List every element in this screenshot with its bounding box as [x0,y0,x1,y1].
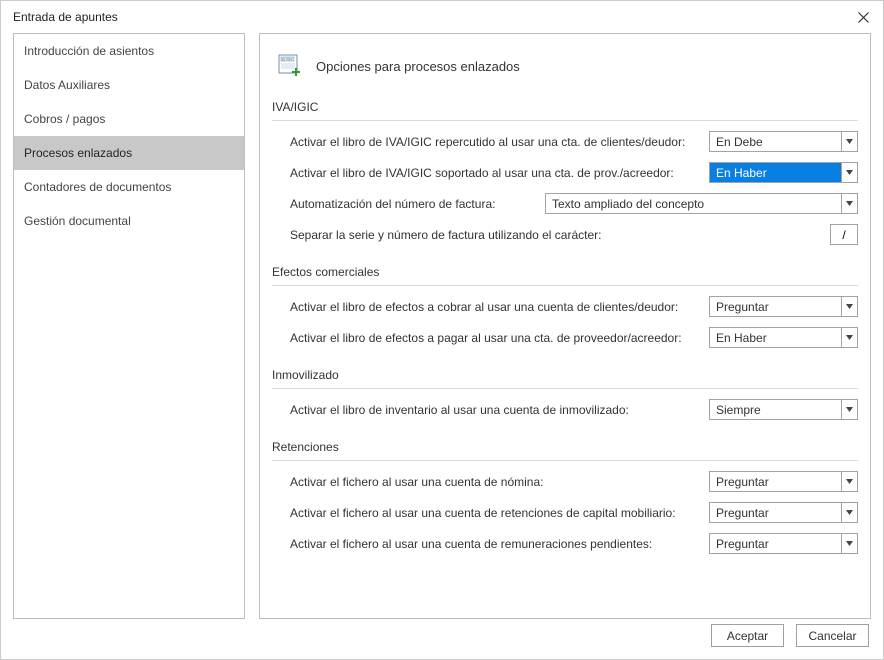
dropdown-ret-nomina[interactable]: Preguntar [709,471,858,492]
sidebar-item-introduccion[interactable]: Introducción de asientos [14,34,244,68]
sidebar: Introducción de asientos Datos Auxiliare… [13,33,245,619]
chevron-down-icon[interactable] [841,131,858,152]
input-separar-caracter[interactable] [830,224,858,245]
svg-text:D: D [282,57,285,62]
dropdown-iva-repercutido[interactable]: En Debe [709,131,858,152]
chevron-down-icon[interactable] [841,399,858,420]
label-iva-soportado: Activar el libro de IVA/IGIC soportado a… [290,166,674,180]
chevron-down-icon[interactable] [841,533,858,554]
section-title-inmovilizado: Inmovilizado [272,364,858,389]
dropdown-efectos-cobrar[interactable]: Preguntar [709,296,858,317]
dropdown-autonum-factura[interactable]: Texto ampliado del concepto [545,193,858,214]
close-icon[interactable] [855,9,871,25]
main-panel: D H Opciones para procesos enlazados IVA… [259,33,871,619]
sidebar-item-gestion-documental[interactable]: Gestión documental [14,204,244,238]
sidebar-item-contadores[interactable]: Contadores de documentos [14,170,244,204]
dropdown-efectos-pagar[interactable]: En Haber [709,327,858,348]
chevron-down-icon[interactable] [841,502,858,523]
label-ret-remuneraciones: Activar el fichero al usar una cuenta de… [290,537,652,551]
section-title-retenciones: Retenciones [272,436,858,461]
dropdown-inventario[interactable]: Siempre [709,399,858,420]
section-retenciones: Retenciones Activar el fichero al usar u… [272,436,858,554]
label-efectos-cobrar: Activar el libro de efectos a cobrar al … [290,300,678,314]
chevron-down-icon[interactable] [841,193,858,214]
svg-text:H: H [289,57,292,62]
chevron-down-icon[interactable] [841,162,858,183]
label-inmovilizado-inventario: Activar el libro de inventario al usar u… [290,403,629,417]
dropdown-ret-capital[interactable]: Preguntar [709,502,858,523]
page-title: Opciones para procesos enlazados [316,59,520,74]
cancel-button[interactable]: Cancelar [796,624,869,647]
dropdown-iva-soportado[interactable]: En Haber [709,162,858,183]
section-inmovilizado: Inmovilizado Activar el libro de inventa… [272,364,858,420]
accept-button[interactable]: Aceptar [711,624,784,647]
dialog-footer: Aceptar Cancelar [711,624,869,647]
section-title-iva: IVA/IGIC [272,96,858,121]
label-ret-nomina: Activar el fichero al usar una cuenta de… [290,475,543,489]
chevron-down-icon[interactable] [841,471,858,492]
dropdown-ret-remuneraciones[interactable]: Preguntar [709,533,858,554]
label-ret-capital: Activar el fichero al usar una cuenta de… [290,506,676,520]
section-efectos: Efectos comerciales Activar el libro de … [272,261,858,348]
label-iva-repercutido: Activar el libro de IVA/IGIC repercutido… [290,135,685,149]
chevron-down-icon[interactable] [841,327,858,348]
window-title: Entrada de apuntes [13,10,118,24]
sidebar-item-procesos-enlazados[interactable]: Procesos enlazados [14,136,244,170]
chevron-down-icon[interactable] [841,296,858,317]
label-efectos-pagar: Activar el libro de efectos a pagar al u… [290,331,682,345]
section-iva: IVA/IGIC Activar el libro de IVA/IGIC re… [272,96,858,245]
section-title-efectos: Efectos comerciales [272,261,858,286]
title-bar: Entrada de apuntes [1,1,883,33]
label-autonum-factura: Automatización del número de factura: [290,197,545,211]
sidebar-item-cobros-pagos[interactable]: Cobros / pagos [14,102,244,136]
page-icon: D H [276,52,304,80]
sidebar-item-datos-auxiliares[interactable]: Datos Auxiliares [14,68,244,102]
label-separar-serie: Separar la serie y número de factura uti… [290,228,602,242]
